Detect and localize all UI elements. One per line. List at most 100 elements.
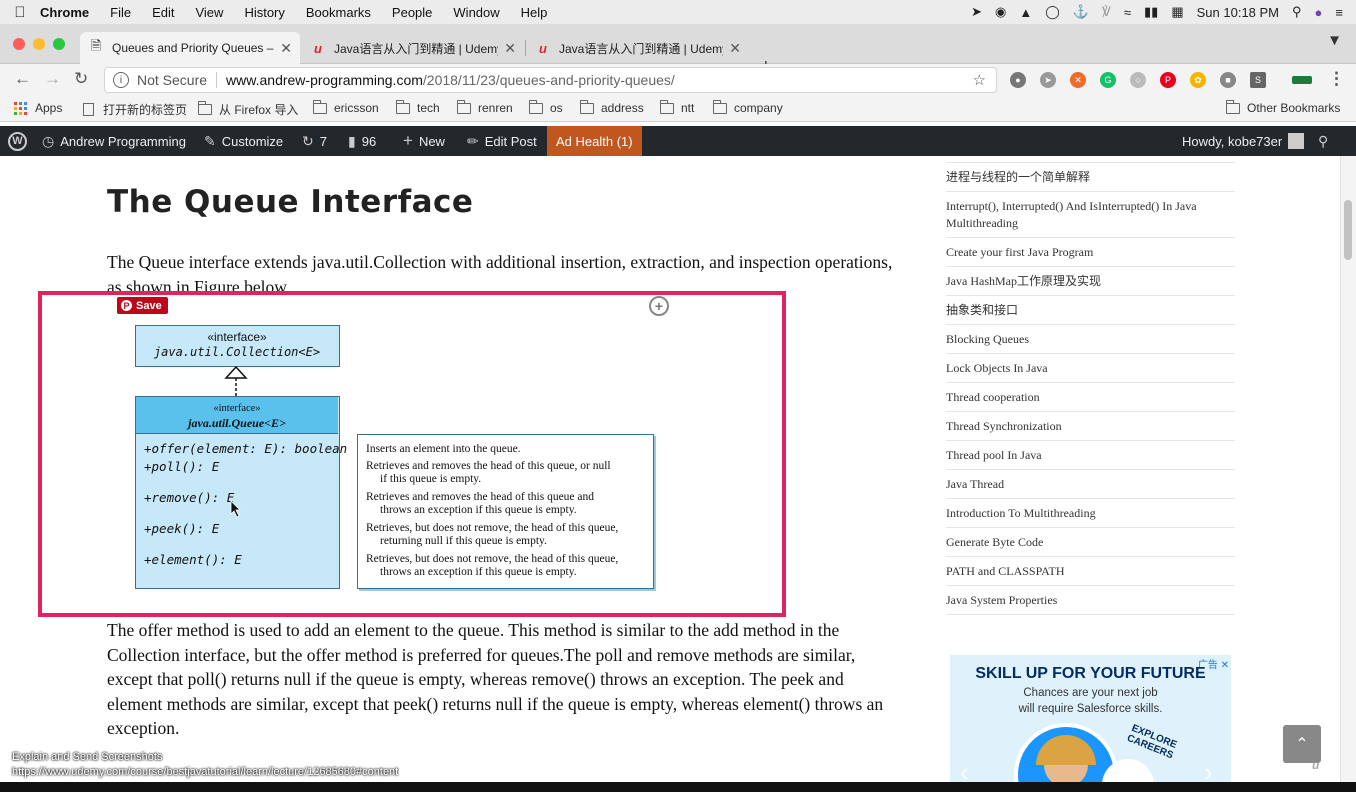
close-tab-icon[interactable]: ✕: [504, 40, 516, 57]
description-text: Retrieves and removes the head of this q…: [366, 460, 611, 472]
bookmark-os[interactable]: os: [528, 99, 563, 115]
siri-icon[interactable]: ●: [1315, 5, 1323, 20]
sidebar-post-link[interactable]: Java Thread: [946, 476, 1235, 493]
menu-app-name[interactable]: Chrome: [40, 5, 89, 20]
extension-flower-icon[interactable]: ✿: [1190, 72, 1206, 88]
sidebar-post-link[interactable]: 进程与线程的一个简单解释: [946, 169, 1235, 186]
apple-menu-icon[interactable]: : [0, 4, 40, 21]
menu-window[interactable]: Window: [453, 5, 499, 20]
admin-customize[interactable]: ✎ Customize: [204, 126, 283, 156]
admin-comments[interactable]: ▮ 96: [348, 126, 376, 156]
battery-icon[interactable]: ▮▮: [1144, 4, 1158, 20]
menu-view[interactable]: View: [195, 5, 223, 20]
sidebar-post-link[interactable]: Thread cooperation: [946, 389, 1235, 406]
bookmark-other[interactable]: Other Bookmarks: [1225, 99, 1340, 115]
sidebar-post-link[interactable]: Interrupt(), Interrupted() And IsInterru…: [946, 198, 1235, 232]
docker-icon[interactable]: ⚓: [1073, 4, 1089, 20]
notification-center-icon[interactable]: ≡: [1335, 5, 1343, 20]
status-circle-icon[interactable]: ◉: [995, 4, 1006, 20]
pinterest-icon[interactable]: P: [1160, 72, 1176, 88]
extension-x-icon[interactable]: ✕: [1070, 72, 1086, 88]
sidebar-post-link[interactable]: Create your first Java Program: [946, 244, 1235, 261]
wordpress-logo-icon[interactable]: W: [8, 126, 27, 156]
folder-icon: [395, 99, 410, 114]
bluetooth-icon[interactable]: ℣: [1102, 4, 1111, 20]
bookmark-star-icon[interactable]: ☆: [973, 71, 986, 89]
admin-ad-health[interactable]: Ad Health (1): [547, 126, 642, 156]
description-text: Retrieves, but does not remove, the head…: [366, 553, 619, 565]
bookmark-ntt[interactable]: ntt: [659, 99, 694, 115]
close-window-button[interactable]: [13, 38, 25, 50]
reload-icon[interactable]: ↻: [74, 69, 88, 89]
upload-icon[interactable]: ▲: [1019, 5, 1032, 20]
sidebar-post-link[interactable]: Thread Synchronization: [946, 418, 1235, 435]
extension-plane-icon[interactable]: ➤: [1040, 72, 1056, 88]
page-scrollbar[interactable]: [1340, 156, 1356, 792]
close-tab-icon[interactable]: ✕: [729, 40, 741, 57]
clock[interactable]: Sun 10:18 PM: [1197, 5, 1279, 20]
extension-shield-icon[interactable]: ●: [1010, 72, 1026, 88]
bookmark-renren[interactable]: renren: [456, 99, 513, 115]
admin-site-name[interactable]: ◷ Andrew Programming: [42, 126, 186, 156]
extension-s-icon[interactable]: S: [1250, 72, 1266, 88]
extension-circle-icon[interactable]: ○: [1130, 72, 1146, 88]
forward-icon[interactable]: →: [44, 69, 61, 89]
sidebar-post-link[interactable]: Introduction To Multithreading: [946, 505, 1235, 522]
method-descriptions-box: Inserts an element into the queue. Retri…: [357, 434, 654, 589]
admin-account[interactable]: Howdy, kobe73er: [1182, 126, 1305, 156]
menu-help[interactable]: Help: [521, 5, 548, 20]
menu-history[interactable]: History: [244, 5, 284, 20]
profile-icon[interactable]: ▼: [1327, 32, 1342, 49]
scrollbar-thumb[interactable]: [1344, 200, 1352, 260]
bookmark-firefox-import[interactable]: 从 Firefox 导入: [197, 101, 299, 118]
security-label[interactable]: Not Secure: [137, 72, 207, 88]
address-bar[interactable]: i Not Secure www.andrew-programming.com …: [104, 67, 997, 93]
bookmark-label: 从 Firefox 导入: [219, 103, 299, 117]
zoom-window-button[interactable]: [53, 38, 65, 50]
wifi-icon[interactable]: ≈: [1124, 5, 1131, 20]
menu-bookmarks[interactable]: Bookmarks: [306, 5, 371, 20]
admin-updates[interactable]: ↻ 7: [302, 126, 327, 156]
menu-people[interactable]: People: [392, 5, 432, 20]
extension-battery-icon[interactable]: [1292, 76, 1312, 84]
bookmark-ericsson[interactable]: ericsson: [312, 99, 379, 115]
admin-search-icon[interactable]: ⚲: [1318, 126, 1328, 156]
extension-camera-icon[interactable]: ■: [1220, 72, 1236, 88]
admin-edit-post[interactable]: ✏ Edit Post: [467, 126, 537, 156]
back-icon[interactable]: ←: [14, 69, 31, 89]
sidebar-post-link[interactable]: Java System Properties: [946, 592, 1235, 609]
bookmark-company[interactable]: company: [712, 99, 783, 115]
sidebar-post-link[interactable]: 抽象类和接口: [946, 302, 1235, 319]
tab-udemy-1[interactable]: u Java语言从入门到精通 | Udemy ✕: [302, 32, 524, 64]
menu-file[interactable]: File: [110, 5, 131, 20]
ad-explore-careers[interactable]: EXPLORE CAREERS: [1120, 721, 1184, 764]
sidebar-post-link[interactable]: Java HashMap工作原理及实现: [946, 273, 1235, 290]
admin-new[interactable]: + New: [403, 126, 445, 156]
description-text: throws an exception if this queue is emp…: [380, 503, 577, 516]
pinterest-save-button[interactable]: P Save: [117, 297, 168, 314]
spotlight-search-icon[interactable]: ⚲: [1292, 4, 1302, 20]
sidebar-post-link[interactable]: PATH and CLASSPATH: [946, 563, 1235, 580]
info-icon[interactable]: i: [113, 72, 129, 88]
sidebar-post-link[interactable]: Thread pool In Java: [946, 447, 1235, 464]
sidebar-post-link[interactable]: Blocking Queues: [946, 331, 1235, 348]
menu-edit[interactable]: Edit: [152, 5, 174, 20]
location-icon[interactable]: ➤: [971, 4, 982, 20]
bookmark-apps[interactable]: Apps: [14, 101, 62, 115]
bookmark-new-tab[interactable]: 打开新的标签页: [83, 101, 187, 118]
tab-udemy-2[interactable]: u Java语言从入门到精通 | Udemy ✕: [527, 32, 749, 64]
sidebar-post-link[interactable]: Lock Objects In Java: [946, 360, 1235, 377]
minimize-window-button[interactable]: [33, 38, 45, 50]
salesforce-ad[interactable]: 广告 ✕ SKILL UP FOR YOUR FUTURE Chances ar…: [950, 655, 1231, 792]
sidebar-post-link[interactable]: Generate Byte Code: [946, 534, 1235, 551]
chrome-menu-icon[interactable]: ⋮: [1328, 69, 1345, 89]
cc-icon[interactable]: ◯: [1045, 4, 1060, 20]
input-method-icon[interactable]: ▦: [1171, 4, 1183, 20]
bookmark-tech[interactable]: tech: [395, 99, 440, 115]
updates-icon: ↻: [302, 132, 314, 149]
tab-queues[interactable]: 🗎 Queues and Priority Queues – A ✕: [80, 32, 300, 64]
bookmark-address[interactable]: address: [579, 99, 644, 115]
grammarly-icon[interactable]: G: [1100, 72, 1116, 88]
move-handle-icon[interactable]: +: [649, 296, 669, 316]
close-tab-icon[interactable]: ✕: [280, 40, 292, 57]
